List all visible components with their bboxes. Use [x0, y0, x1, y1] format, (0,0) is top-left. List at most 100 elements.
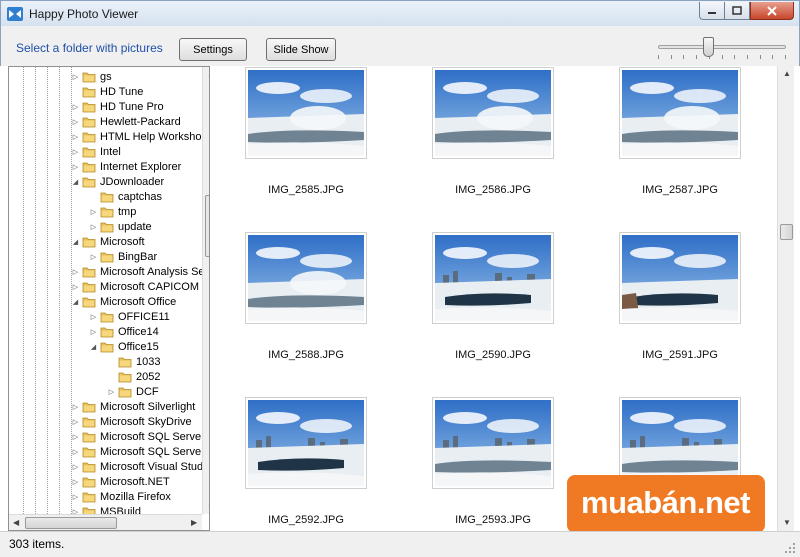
- tree-item[interactable]: ▷ tmp: [89, 204, 137, 219]
- photo-thumbnail[interactable]: [432, 397, 554, 489]
- expand-arrow-icon[interactable]: ▷: [71, 283, 80, 291]
- title-bar[interactable]: Happy Photo Viewer: [0, 0, 800, 26]
- tree-vertical-scroll-thumb[interactable]: [205, 195, 209, 257]
- photo-image: [435, 70, 551, 156]
- tree-item[interactable]: captchas: [89, 189, 162, 204]
- tree-item[interactable]: ▷ Microsoft Silverlight: [71, 399, 196, 414]
- folder-tree[interactable]: ▷ gs HD Tune ▷ HD Tune Pro ▷ Hewlett-Packard ▷ H…: [8, 66, 210, 531]
- tree-item[interactable]: ▷ BingBar: [89, 249, 157, 264]
- photo-thumbnail[interactable]: [432, 67, 554, 159]
- tree-item[interactable]: ▷ Microsoft CAPICOM: [71, 279, 199, 294]
- scroll-up-icon[interactable]: ▲: [207, 69, 209, 78]
- photo-thumbnail[interactable]: [619, 232, 741, 324]
- photo-thumbnail[interactable]: [619, 67, 741, 159]
- expand-arrow-icon[interactable]: ▷: [71, 73, 80, 81]
- tree-item[interactable]: ◢ JDownloader: [71, 174, 164, 189]
- folder-icon: [118, 387, 132, 397]
- photo-thumbnail[interactable]: [432, 232, 554, 324]
- tree-item[interactable]: ▷ Microsoft SQL Serve: [71, 429, 201, 444]
- expand-arrow-icon[interactable]: ▷: [71, 268, 80, 276]
- expand-arrow-icon[interactable]: ▷: [107, 388, 116, 396]
- zoom-slider-thumb[interactable]: [702, 37, 714, 57]
- tree-item-label: captchas: [118, 190, 163, 203]
- tree-item[interactable]: ▷ Mozilla Firefox: [71, 489, 171, 504]
- grid-vertical-scrollbar[interactable]: ▲ ▼: [777, 66, 794, 531]
- scroll-up-icon[interactable]: ▲: [783, 69, 791, 78]
- folder-icon: [82, 147, 96, 157]
- expand-arrow-icon[interactable]: ▷: [71, 493, 80, 501]
- tree-horizontal-scroll-thumb[interactable]: [25, 517, 117, 529]
- expand-arrow-icon[interactable]: ▷: [89, 253, 98, 261]
- photo-filename[interactable]: IMG_2588.JPG: [236, 349, 376, 361]
- tree-horizontal-scrollbar[interactable]: ◀ ▶: [9, 514, 202, 530]
- expand-arrow-icon[interactable]: ▷: [89, 208, 98, 216]
- tree-item[interactable]: ▷ Internet Explorer: [71, 159, 182, 174]
- photo-filename[interactable]: IMG_2591.JPG: [610, 349, 750, 361]
- grid-vertical-scroll-thumb[interactable]: [780, 224, 793, 240]
- scroll-right-icon[interactable]: ▶: [191, 518, 197, 527]
- slide-show-button[interactable]: Slide Show: [266, 38, 336, 61]
- tree-item[interactable]: ◢ Office15: [89, 339, 159, 354]
- maximize-button[interactable]: [724, 2, 750, 20]
- photo-filename[interactable]: IMG_2586.JPG: [423, 184, 563, 196]
- tree-item[interactable]: ▷ update: [89, 219, 152, 234]
- expand-arrow-icon[interactable]: ▷: [71, 463, 80, 471]
- photo-thumbnail[interactable]: [245, 67, 367, 159]
- tree-item[interactable]: ▷ gs: [71, 69, 112, 84]
- tree-item[interactable]: ▷ Microsoft SQL Serve: [71, 444, 201, 459]
- photo-filename[interactable]: IMG_2587.JPG: [610, 184, 750, 196]
- scroll-down-icon[interactable]: ▼: [783, 518, 791, 527]
- photo-image: [248, 235, 364, 321]
- select-folder-link[interactable]: Select a folder with pictures: [16, 41, 163, 55]
- collapse-arrow-icon[interactable]: ◢: [71, 298, 80, 306]
- tree-item[interactable]: ▷ HTML Help Workshop: [71, 129, 208, 144]
- tree-item[interactable]: HD Tune: [71, 84, 143, 99]
- resize-grip-icon[interactable]: [784, 542, 796, 554]
- expand-arrow-icon[interactable]: ▷: [71, 103, 80, 111]
- photo-thumbnail[interactable]: [245, 397, 367, 489]
- settings-button[interactable]: Settings: [179, 38, 247, 61]
- collapse-arrow-icon[interactable]: ◢: [71, 238, 80, 246]
- expand-arrow-icon[interactable]: ▷: [71, 418, 80, 426]
- expand-arrow-icon[interactable]: ▷: [71, 478, 80, 486]
- tree-item[interactable]: ▷ Office14: [89, 324, 159, 339]
- tree-item[interactable]: ▷ Microsoft SkyDrive: [71, 414, 192, 429]
- tree-item[interactable]: ▷ Microsoft Visual Stud: [71, 459, 203, 474]
- tree-item[interactable]: ▷ Microsoft.NET: [71, 474, 170, 489]
- zoom-slider-track[interactable]: [658, 45, 786, 49]
- tree-vertical-scrollbar[interactable]: ▲ ▼: [202, 67, 209, 514]
- scroll-down-icon[interactable]: ▼: [207, 503, 209, 512]
- collapse-arrow-icon[interactable]: ◢: [71, 178, 80, 186]
- tree-item[interactable]: ▷ Microsoft Analysis Se: [71, 264, 205, 279]
- close-button[interactable]: [750, 2, 794, 20]
- thumbnail-grid[interactable]: IMG_2585.JPG IMG_2586.JPG IMG_2587.JPG IMG_…: [214, 66, 778, 531]
- tree-item[interactable]: ◢ Microsoft Office: [71, 294, 176, 309]
- expand-arrow-icon[interactable]: ▷: [89, 313, 98, 321]
- photo-thumbnail[interactable]: [245, 232, 367, 324]
- expand-arrow-icon[interactable]: ▷: [71, 148, 80, 156]
- minimize-button[interactable]: [699, 2, 725, 20]
- photo-filename[interactable]: IMG_2585.JPG: [236, 184, 376, 196]
- tree-item[interactable]: ▷ HD Tune Pro: [71, 99, 164, 114]
- collapse-arrow-icon[interactable]: ◢: [89, 343, 98, 351]
- tree-item[interactable]: 1033: [107, 354, 160, 369]
- expand-arrow-icon[interactable]: ▷: [71, 448, 80, 456]
- expand-arrow-icon[interactable]: ▷: [71, 118, 80, 126]
- scroll-left-icon[interactable]: ◀: [13, 518, 19, 527]
- tree-item[interactable]: 2052: [107, 369, 160, 384]
- expand-arrow-icon[interactable]: ▷: [89, 223, 98, 231]
- zoom-slider-ticks: [658, 55, 786, 59]
- expand-arrow-icon[interactable]: ▷: [89, 328, 98, 336]
- tree-item[interactable]: ▷ DCF: [107, 384, 159, 399]
- photo-filename[interactable]: IMG_2593.JPG: [423, 514, 563, 526]
- expand-arrow-icon[interactable]: ▷: [71, 403, 80, 411]
- expand-arrow-icon[interactable]: ▷: [71, 133, 80, 141]
- expand-arrow-icon[interactable]: ▷: [71, 163, 80, 171]
- tree-item[interactable]: ◢ Microsoft: [71, 234, 145, 249]
- expand-arrow-icon[interactable]: ▷: [71, 433, 80, 441]
- photo-filename[interactable]: IMG_2590.JPG: [423, 349, 563, 361]
- tree-item[interactable]: ▷ OFFICE11: [89, 309, 170, 324]
- photo-filename[interactable]: IMG_2592.JPG: [236, 514, 376, 526]
- tree-item[interactable]: ▷ Hewlett-Packard: [71, 114, 181, 129]
- tree-item[interactable]: ▷ Intel: [71, 144, 121, 159]
